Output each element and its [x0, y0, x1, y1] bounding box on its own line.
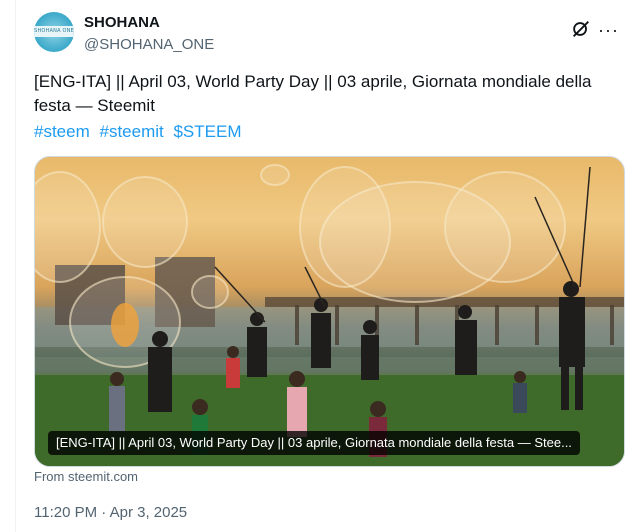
tweet-text: [ENG-ITA] || April 03, World Party Day |…: [34, 72, 592, 115]
avatar[interactable]: SHOHANA ONE: [34, 12, 74, 52]
thread-divider: [15, 0, 16, 532]
author-name[interactable]: SHOHANA: [84, 14, 160, 31]
link-preview-card[interactable]: [ENG-ITA] || April 03, World Party Day |…: [34, 156, 625, 467]
tweet-header: SHOHANA ONE SHOHANA @SHOHANA_ONE ···: [34, 10, 626, 58]
tweet-timestamp[interactable]: 11:20 PM · Apr 3, 2025: [34, 504, 187, 521]
hashtag-steem[interactable]: #steem: [34, 122, 90, 141]
hashtag-steemit[interactable]: #steemit: [99, 122, 163, 141]
author-handle[interactable]: @SHOHANA_ONE: [84, 36, 214, 53]
more-options-icon[interactable]: ···: [598, 21, 620, 39]
cashtag-steem[interactable]: $STEEM: [173, 122, 241, 141]
hashtag-list: #steem #steemit $STEEM: [34, 121, 247, 143]
card-caption: [ENG-ITA] || April 03, World Party Day |…: [48, 431, 580, 455]
card-image: [35, 164, 624, 466]
avatar-logo-text: SHOHANA ONE: [34, 26, 74, 37]
link-source[interactable]: From steemit.com: [34, 469, 138, 484]
grok-icon[interactable]: [570, 18, 592, 40]
